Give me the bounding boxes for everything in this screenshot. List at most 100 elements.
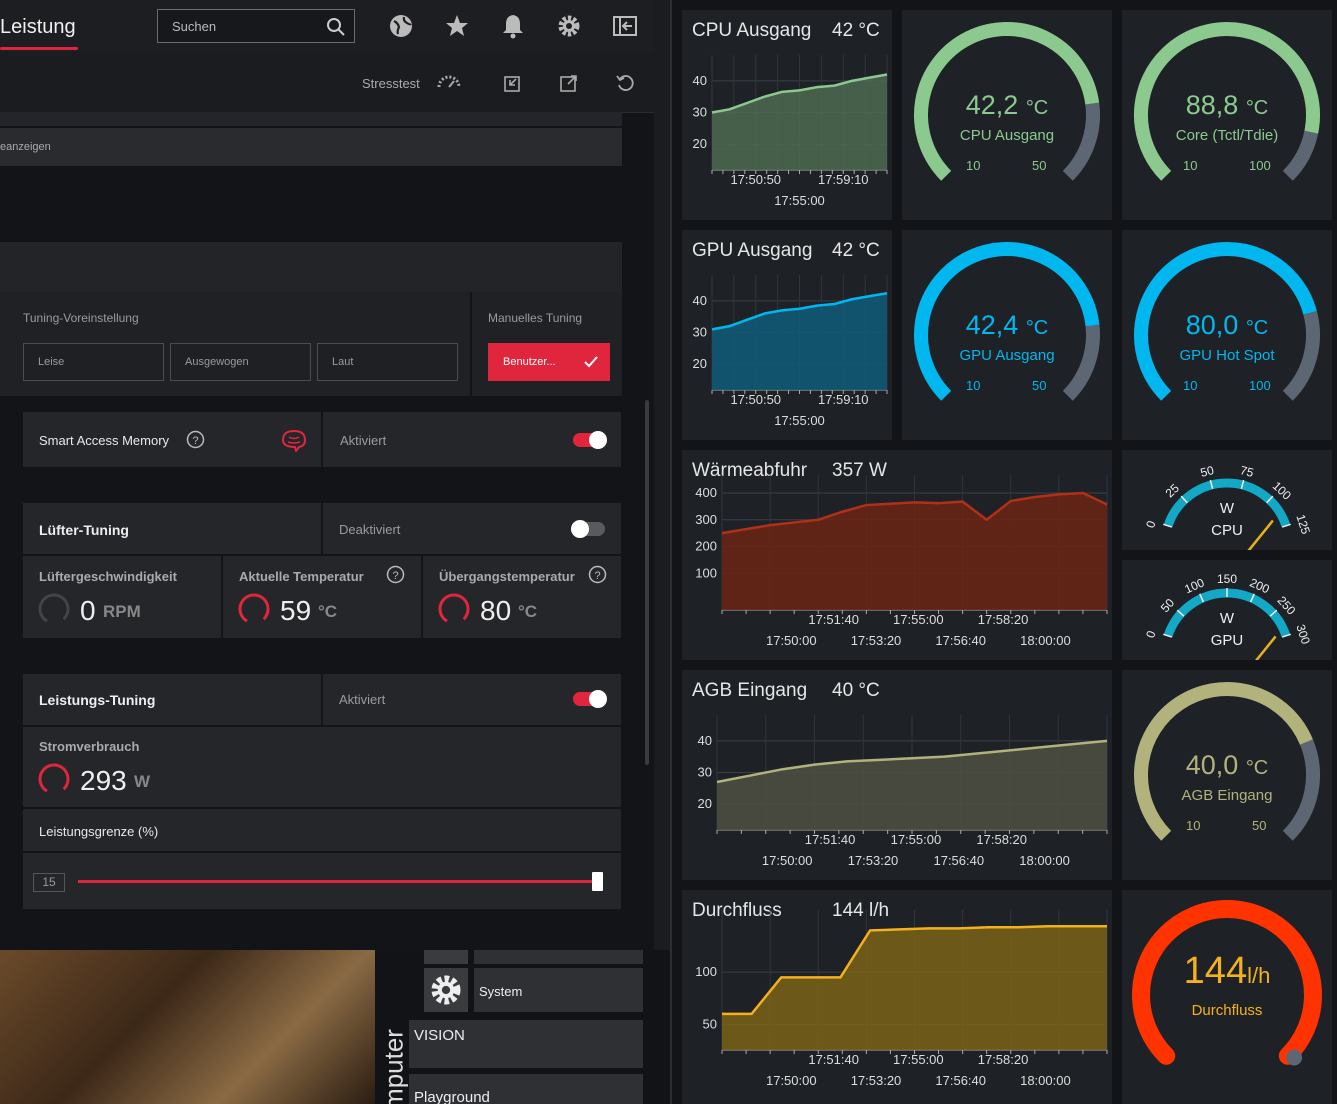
sub-toolbar (0, 52, 654, 113)
custom-preset-button[interactable]: Benutzer... (488, 343, 610, 381)
fan-speed-card: Lüftergeschwindigkeit 0 RPM (23, 556, 221, 638)
sidebar-item-vision[interactable]: VISION (409, 1020, 643, 1068)
sidebar-item-system[interactable]: System (474, 968, 643, 1012)
power-limit-header: Leistungsgrenze (%) (23, 809, 621, 851)
power-limit-card: 15 (23, 853, 621, 909)
gpu-hot-gauge-min: 10 (1183, 378, 1198, 393)
scrollbar[interactable] (645, 400, 649, 765)
preset-loud-button[interactable]: Laut (317, 343, 458, 381)
junction-temp-label: Übergangstemperatur (439, 569, 575, 584)
y-tick-label: 300 (695, 512, 717, 527)
y-tick-label: 50 (703, 1016, 717, 1031)
power-tuning-header: Leistungs-Tuning (23, 674, 321, 725)
junction-temp-card: Übergangstemperatur ? 80 °C (423, 556, 621, 638)
junction-temp-value: 80 (480, 595, 512, 626)
gauge-end-cap (1286, 1049, 1303, 1066)
preset-label: Tuning-Voreinstellung (23, 311, 139, 325)
agb-gauge-min: 10 (1186, 818, 1201, 833)
x-tick-label: 17:59:10 (818, 392, 869, 407)
power-limit-fill (78, 880, 598, 883)
manual-tuning-card: Manuelles Tuning Benutzer... (472, 292, 622, 396)
power-toggle[interactable] (573, 690, 607, 708)
flow-chart: 100 50 17:51:40 17:55:00 17:58:20 17:50:00 17:… (695, 910, 1108, 1088)
globe-icon[interactable] (388, 13, 414, 39)
y-tick-label: 20 (693, 356, 707, 371)
stresstest-label[interactable]: Stresstest (362, 76, 420, 91)
star-icon[interactable] (444, 13, 470, 39)
preset-balanced-button[interactable]: Ausgewogen (170, 343, 311, 381)
y-tick-label: 30 (693, 325, 707, 340)
help-icon[interactable]: ? (386, 565, 405, 584)
fan-speed-unit: RPM (103, 602, 141, 621)
power-draw-unit: W (134, 772, 151, 791)
power-tuning-title: Leistungs-Tuning (39, 692, 156, 708)
system-tile[interactable] (424, 968, 468, 1012)
reset-icon[interactable] (616, 74, 634, 92)
sidebar-item-partial[interactable] (474, 950, 643, 964)
x-tick-label: 17:56:40 (935, 633, 986, 648)
agb-gauge-max: 50 (1252, 818, 1267, 833)
gpu-out-gauge-min: 10 (966, 378, 981, 393)
collapsed-section[interactable]: eanzeigen (0, 128, 622, 166)
gear-icon (431, 975, 461, 1005)
svg-text:?: ? (594, 570, 600, 582)
power-limit-min[interactable]: 15 (33, 873, 65, 892)
y-tick-label: 30 (698, 765, 712, 780)
x-tick-label: 17:55:00 (774, 193, 825, 208)
heat-chart: 400 300 200 100 17:51:40 17:55:00 17:58:20 17:5… (695, 475, 1108, 648)
y-tick-label: 400 (695, 485, 717, 500)
x-tick-label: 17:53:20 (851, 633, 902, 648)
cpu-dial-unit: W (1219, 500, 1235, 517)
cpu-core-gauge-max: 100 (1249, 158, 1271, 173)
y-tick-label: 40 (693, 73, 707, 88)
sam-status-card: Aktiviert (323, 412, 621, 467)
sam-toggle[interactable] (573, 431, 607, 449)
flow-gauge-panel: 144l/h Durchfluss (1122, 890, 1332, 1104)
x-tick-label: 17:50:50 (730, 392, 781, 407)
y-tick-label: 20 (698, 796, 712, 811)
fan-speed-ring (38, 593, 70, 625)
dial-tick-label: 0 (1143, 519, 1158, 530)
preset-quiet-button[interactable]: Leise (23, 343, 164, 381)
stresstest-icon[interactable] (436, 73, 462, 89)
help-icon[interactable]: ? (186, 430, 205, 449)
sidebar-item-playground[interactable]: Playground (409, 1074, 643, 1104)
export-icon[interactable] (560, 74, 578, 92)
gpu-out-gauge-max: 50 (1032, 378, 1047, 393)
manual-label: Manuelles Tuning (488, 311, 583, 325)
help-icon[interactable]: ? (588, 565, 607, 584)
junction-temp-ring (438, 593, 470, 625)
agb-chart-panel: AGB Eingang 40 °C 40 30 20 17:51:40 17:55:00… (682, 670, 1112, 880)
fan-toggle[interactable] (571, 520, 605, 538)
check-icon (584, 356, 598, 368)
x-tick-label: 17:50:00 (766, 1073, 817, 1088)
custom-preset-label: Benutzer... (503, 356, 556, 368)
power-draw-card: Stromverbrauch 293 W (23, 727, 621, 807)
import-icon[interactable] (504, 74, 522, 92)
svg-text:?: ? (192, 435, 198, 447)
power-limit-track[interactable] (78, 880, 598, 883)
page-title[interactable]: Leistung (0, 16, 76, 39)
search-input[interactable]: Suchen (157, 9, 355, 43)
search-icon[interactable] (326, 17, 346, 37)
gpu-out-gauge-value: 42,4 °C (965, 310, 1049, 340)
bell-icon[interactable] (500, 13, 526, 39)
x-tick-label: 18:00:00 (1020, 1073, 1071, 1088)
x-tick-label: 17:55:00 (774, 413, 825, 428)
dial-tick-label: 150 (1217, 572, 1237, 586)
cpu-out-gauge-value: 42,2 °C (965, 90, 1049, 120)
x-tick-label: 17:50:50 (730, 172, 781, 187)
gpu-out-gauge-panel: 42,4 °C GPU Ausgang 10 50 (902, 230, 1112, 440)
fan-speed-value: 0 (80, 595, 96, 626)
gear-icon[interactable] (556, 13, 582, 39)
preset-quiet-label: Leise (38, 356, 65, 368)
sidebar-playground-label: Playground (414, 1089, 490, 1104)
fan-tuning-title: Lüfter-Tuning (39, 522, 129, 538)
x-tick-label: 17:51:40 (808, 1052, 859, 1067)
power-limit-thumb[interactable] (592, 872, 603, 891)
cpu-out-gauge-max: 50 (1032, 158, 1047, 173)
cpu-core-gauge-value: 88,8 °C (1185, 90, 1269, 120)
exit-icon[interactable] (612, 13, 638, 39)
x-tick-label: 17:58:20 (976, 832, 1027, 847)
collapsed-row (0, 112, 622, 126)
